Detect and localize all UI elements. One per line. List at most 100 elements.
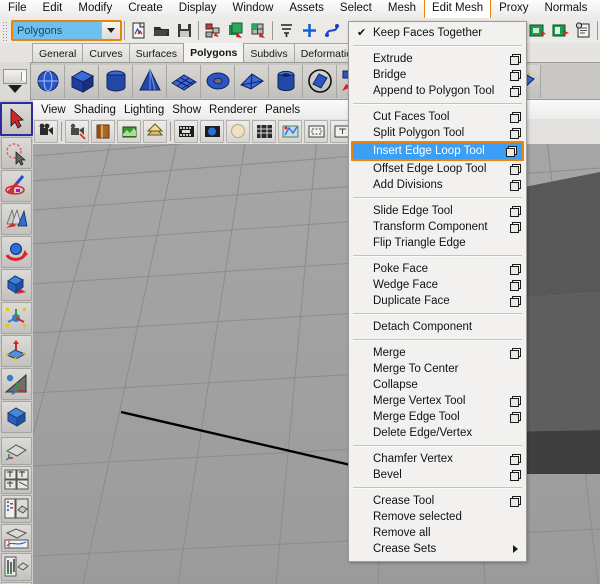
panel-menu-view[interactable]: View bbox=[41, 104, 74, 116]
option-box-icon[interactable] bbox=[510, 470, 521, 481]
persp-graph-layout[interactable] bbox=[1, 524, 32, 552]
rotate-tool[interactable] bbox=[1, 269, 32, 301]
option-box-icon[interactable] bbox=[510, 70, 521, 81]
bookmark-icon[interactable] bbox=[91, 120, 115, 143]
menu-item-merge[interactable]: Merge bbox=[349, 345, 526, 361]
menu-item-split-polygon-tool[interactable]: Split Polygon Tool bbox=[349, 125, 526, 141]
option-box-icon[interactable] bbox=[510, 280, 521, 291]
shelf-overflow-icon[interactable] bbox=[8, 85, 22, 93]
menu-proxy[interactable]: Proxy bbox=[491, 0, 536, 19]
menu-item-collapse[interactable]: Collapse bbox=[349, 377, 526, 393]
menu-file[interactable]: File bbox=[0, 0, 35, 19]
poly-cone-icon[interactable] bbox=[133, 64, 167, 98]
menu-edit[interactable]: Edit bbox=[35, 0, 71, 19]
menu-item-transform-component[interactable]: Transform Component bbox=[349, 219, 526, 235]
poly-prism-icon[interactable] bbox=[235, 64, 269, 98]
menu-item-chamfer-vertex[interactable]: Chamfer Vertex bbox=[349, 451, 526, 467]
two-d-pan-zoom-icon[interactable] bbox=[143, 120, 167, 143]
option-box-icon[interactable] bbox=[510, 412, 521, 423]
universal-manipulator-tool[interactable] bbox=[1, 335, 32, 367]
option-box-icon[interactable] bbox=[506, 146, 517, 157]
menu-item-detach-component[interactable]: Detach Component bbox=[349, 319, 526, 335]
menu-item-remove-selected[interactable]: Remove selected bbox=[349, 509, 526, 525]
select-by-component-icon[interactable] bbox=[248, 20, 269, 41]
menu-item-cut-faces-tool[interactable]: Cut Faces Tool bbox=[349, 109, 526, 125]
resolution-gate-icon[interactable] bbox=[226, 120, 250, 143]
camera-attributes-icon[interactable] bbox=[65, 120, 89, 143]
render-current-frame-icon[interactable] bbox=[527, 20, 548, 41]
outliner-persp-layout[interactable] bbox=[1, 495, 32, 523]
render-settings-icon[interactable] bbox=[573, 20, 594, 41]
snap-to-point-icon[interactable] bbox=[299, 20, 320, 41]
four-view-layout[interactable] bbox=[1, 466, 32, 494]
menu-item-crease-sets[interactable]: Crease Sets bbox=[349, 541, 526, 557]
menu-assets[interactable]: Assets bbox=[281, 0, 332, 19]
soft-modification-tool[interactable] bbox=[1, 203, 32, 235]
gate-mask-icon[interactable] bbox=[252, 120, 276, 143]
single-perspective-layout[interactable] bbox=[1, 437, 32, 465]
menu-item-slide-edge-tool[interactable]: Slide Edge Tool bbox=[349, 203, 526, 219]
menu-item-crease-tool[interactable]: Crease Tool bbox=[349, 493, 526, 509]
option-box-icon[interactable] bbox=[510, 206, 521, 217]
option-box-icon[interactable] bbox=[510, 86, 521, 97]
menu-modify[interactable]: Modify bbox=[70, 0, 120, 19]
open-scene-icon[interactable] bbox=[151, 20, 172, 41]
menu-item-merge-vertex-tool[interactable]: Merge Vertex Tool bbox=[349, 393, 526, 409]
paint-select-tool[interactable] bbox=[1, 170, 32, 202]
option-box-icon[interactable] bbox=[510, 264, 521, 275]
menu-item-merge-to-center[interactable]: Merge To Center bbox=[349, 361, 526, 377]
menu-item-extrude[interactable]: Extrude bbox=[349, 51, 526, 67]
menu-color[interactable]: Color bbox=[595, 0, 600, 19]
status-line-grip[interactable] bbox=[1, 20, 8, 41]
snap-to-curve-icon[interactable] bbox=[322, 20, 343, 41]
menu-item-append-to-polygon-tool[interactable]: Append to Polygon Tool bbox=[349, 83, 526, 99]
scale-tool[interactable] bbox=[1, 302, 32, 334]
option-box-icon[interactable] bbox=[510, 296, 521, 307]
poly-cylinder-icon[interactable] bbox=[99, 64, 133, 98]
menu-normals[interactable]: Normals bbox=[537, 0, 596, 19]
film-gate-icon[interactable] bbox=[200, 120, 224, 143]
menu-window[interactable]: Window bbox=[224, 0, 281, 19]
menu-select[interactable]: Select bbox=[332, 0, 380, 19]
save-scene-icon[interactable] bbox=[174, 20, 195, 41]
option-box-icon[interactable] bbox=[510, 396, 521, 407]
option-box-icon[interactable] bbox=[510, 180, 521, 191]
menu-item-offset-edge-loop-tool[interactable]: Offset Edge Loop Tool bbox=[349, 161, 526, 177]
menu-item-keep-faces-together[interactable]: ✔ Keep Faces Together bbox=[349, 25, 526, 41]
grid-toggle-icon[interactable] bbox=[174, 120, 198, 143]
shelf-tab-general[interactable]: General bbox=[32, 43, 84, 62]
shelf-tab-surfaces[interactable]: Surfaces bbox=[128, 43, 185, 62]
show-manipulator-tool[interactable] bbox=[1, 368, 32, 400]
panel-menu-shading[interactable]: Shading bbox=[74, 104, 124, 116]
menu-edit-mesh[interactable]: Edit Mesh bbox=[424, 0, 492, 19]
option-box-icon[interactable] bbox=[510, 128, 521, 139]
menu-item-duplicate-face[interactable]: Duplicate Face bbox=[349, 293, 526, 309]
menu-item-remove-all[interactable]: Remove all bbox=[349, 525, 526, 541]
poly-cube-icon[interactable] bbox=[65, 64, 99, 98]
panel-menu-lighting[interactable]: Lighting bbox=[124, 104, 172, 116]
menu-item-flip-triangle-edge[interactable]: Flip Triangle Edge bbox=[349, 235, 526, 251]
image-plane-icon[interactable] bbox=[117, 120, 141, 143]
poly-sphere-icon[interactable] bbox=[31, 64, 65, 98]
menu-item-merge-edge-tool[interactable]: Merge Edge Tool bbox=[349, 409, 526, 425]
shelf-tab-curves[interactable]: Curves bbox=[82, 43, 130, 62]
panel-menu-panels[interactable]: Panels bbox=[265, 104, 308, 116]
select-camera-icon[interactable] bbox=[34, 120, 58, 143]
select-by-object-icon[interactable] bbox=[225, 20, 246, 41]
option-box-icon[interactable] bbox=[510, 348, 521, 359]
shelf-tab-subdivs[interactable]: Subdivs bbox=[243, 43, 295, 62]
menu-create[interactable]: Create bbox=[120, 0, 171, 19]
hypershade-persp-layout[interactable] bbox=[1, 553, 32, 581]
poly-helix-icon[interactable] bbox=[303, 64, 337, 98]
lasso-select-tool[interactable] bbox=[1, 137, 32, 169]
menu-item-insert-edge-loop-tool[interactable]: Insert Edge Loop Tool bbox=[351, 141, 524, 161]
poly-torus-icon[interactable] bbox=[201, 64, 235, 98]
option-box-icon[interactable] bbox=[510, 496, 521, 507]
last-tool-used[interactable] bbox=[1, 401, 32, 433]
menu-item-bevel[interactable]: Bevel bbox=[349, 467, 526, 483]
poly-plane-icon[interactable] bbox=[167, 64, 201, 98]
poly-pipe-icon[interactable] bbox=[269, 64, 303, 98]
select-tool[interactable] bbox=[0, 102, 33, 136]
menu-item-delete-edge-vertex[interactable]: Delete Edge/Vertex bbox=[349, 425, 526, 441]
menu-set-dropdown[interactable]: Polygons bbox=[11, 20, 122, 41]
